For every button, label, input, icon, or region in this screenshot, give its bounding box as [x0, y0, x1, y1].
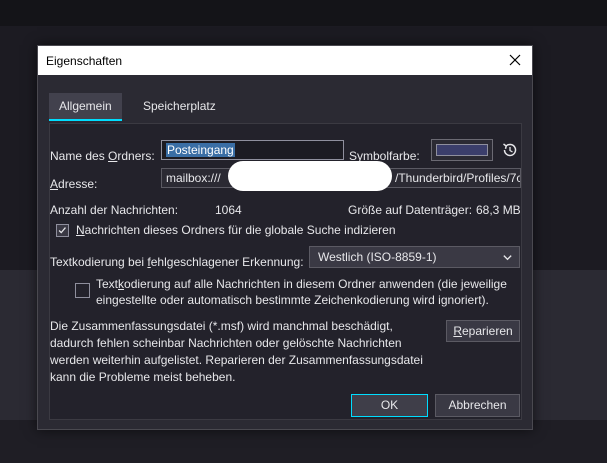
encoding-selected-value: Westlich (ISO-8859-1)	[318, 250, 437, 264]
folder-name-label: Name des Ordners:	[50, 149, 155, 163]
reset-color-icon[interactable]	[501, 141, 519, 159]
global-search-label: Nachrichten dieses Ordners für die globa…	[76, 223, 396, 237]
summary-line: dadurch fehlen scheinbar Nachrichten ode…	[50, 336, 402, 350]
address-value-start: mailbox:///	[166, 171, 221, 185]
apply-encoding-label-line2: eingestellte oder automatisch bestimmte …	[96, 293, 489, 307]
encoding-label: Textkodierung bei fehlgeschlagener Erken…	[50, 255, 304, 269]
apply-encoding-label-line1: Textkodierung auf alle Nachrichten in di…	[96, 277, 507, 291]
tab-allgemein[interactable]: Allgemein	[49, 93, 122, 121]
address-value-end: /Thunderbird/Profiles/7c	[395, 171, 521, 185]
chevron-down-icon	[503, 255, 512, 261]
dialog-titlebar: Eigenschaften	[38, 46, 532, 75]
folder-name-input[interactable]: Posteingang	[161, 140, 344, 160]
dialog-title: Eigenschaften	[46, 54, 123, 68]
redaction-overlay	[228, 161, 392, 191]
messages-count-value: 1064	[215, 203, 242, 217]
symbol-color-button[interactable]	[431, 139, 493, 161]
tab-speicherplatz[interactable]: Speicherplatz	[133, 93, 226, 121]
summary-line: kann die Probleme meist beheben.	[50, 370, 236, 384]
background-top	[0, 0, 607, 26]
general-panel: Name des Ordners: Posteingang Symbolfarb…	[49, 123, 522, 420]
properties-dialog: Eigenschaften Allgemein Speicherplatz Na…	[37, 45, 533, 430]
summary-line: werden weiterhin aufgelistet. Reparieren…	[50, 353, 423, 367]
color-swatch	[436, 144, 488, 156]
address-label: Adresse:	[50, 177, 98, 191]
disk-size-label: Größe auf Datenträger:	[348, 203, 473, 217]
summary-line: Die Zusammenfassungsdatei (*.msf) wird m…	[50, 319, 393, 333]
encoding-select[interactable]: Westlich (ISO-8859-1)	[309, 246, 520, 268]
disk-size-value: 68,3 MB	[476, 203, 521, 217]
messages-count-label-text: Anzahl der Nachrichten:	[50, 203, 179, 217]
checkmark-icon	[58, 227, 66, 234]
summary-description: Die Zusammenfassungsdatei (*.msf) wird m…	[50, 318, 423, 386]
global-search-checkbox[interactable]	[56, 224, 69, 237]
close-icon[interactable]	[506, 51, 524, 69]
folder-name-value: Posteingang	[166, 143, 235, 157]
ok-button[interactable]: OK	[351, 394, 428, 417]
apply-encoding-checkbox[interactable]	[75, 283, 90, 298]
repair-button[interactable]: Reparieren	[446, 320, 520, 342]
cancel-button[interactable]: Abbrechen	[435, 394, 520, 417]
